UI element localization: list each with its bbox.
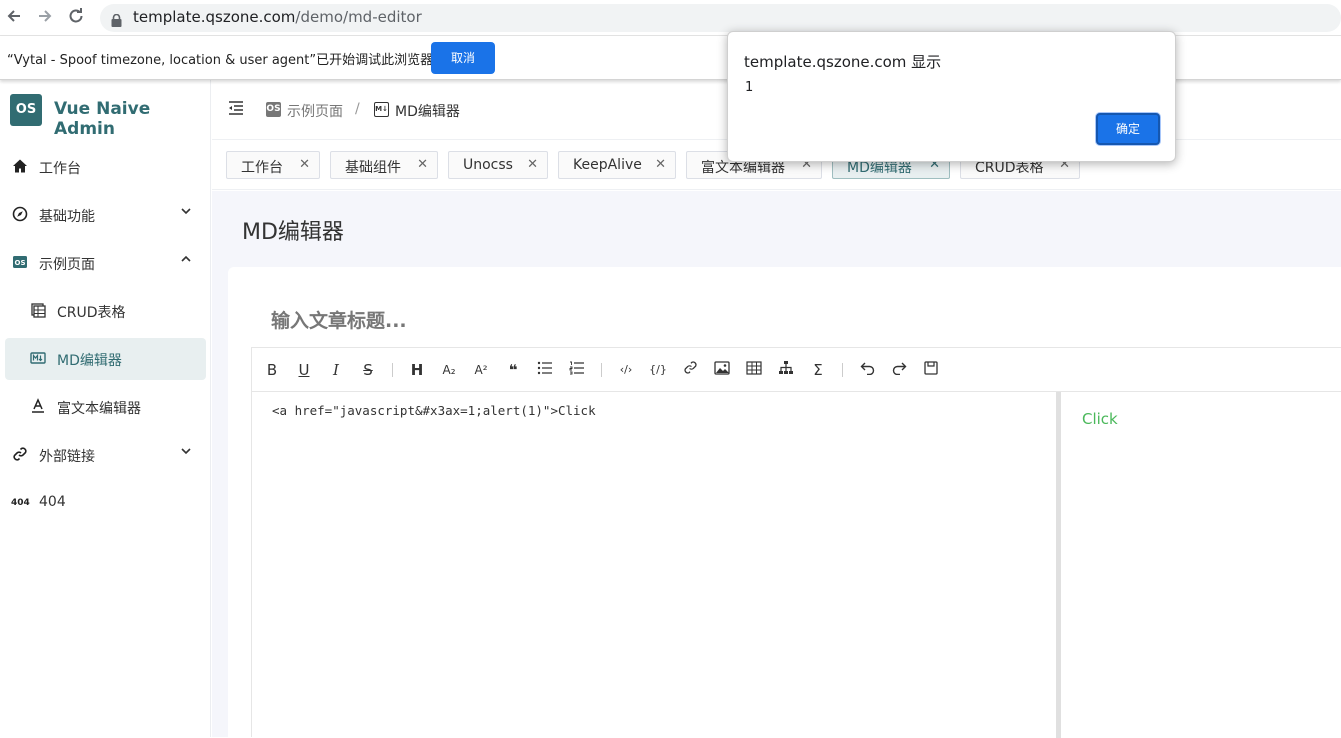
close-icon[interactable]: ✕: [655, 157, 666, 172]
sidebar-item-basic-features[interactable]: 基础功能: [0, 194, 206, 236]
superscript-icon[interactable]: A²: [471, 360, 491, 380]
debugging-message: “Vytal - Spoof timezone, location & user…: [7, 53, 434, 68]
close-icon[interactable]: ✕: [299, 157, 310, 172]
ok-button[interactable]: 确定: [1096, 113, 1160, 145]
chevron-up-icon: [180, 253, 192, 268]
tab-label: 基础组件: [345, 160, 401, 176]
unordered-list-icon[interactable]: [535, 360, 555, 380]
cancel-debugging-button[interactable]: 取消: [431, 42, 495, 74]
sidebar-item-md-editor[interactable]: MD编辑器: [5, 338, 206, 380]
chevron-down-icon: [180, 205, 192, 220]
toolbar-divider: [601, 363, 602, 377]
formula-icon[interactable]: Σ: [808, 360, 828, 380]
table-icon: [29, 302, 47, 320]
editor-toolbar: B U I S H A₂ A² ❝ ‹/› {/} Σ: [252, 348, 1341, 392]
tab-unocss[interactable]: Unocss ✕: [448, 151, 548, 179]
markdown-source-pane[interactable]: <a href="javascript&#x3ax=1;alert(1)">Cl…: [252, 392, 1056, 738]
inline-code-icon[interactable]: {/}: [648, 360, 668, 380]
subscript-icon[interactable]: A₂: [439, 360, 459, 380]
tab-label: Unocss: [463, 157, 513, 173]
sidebar-item-label: 工作台: [39, 161, 81, 177]
sidebar-item-label: CRUD表格: [57, 305, 126, 321]
diagram-icon[interactable]: [776, 360, 796, 380]
sidebar: OS Vue Naive Admin 工作台 基础功能 OS 示例页面 CRUD…: [0, 80, 211, 737]
sidebar-item-404[interactable]: 404 404: [0, 482, 206, 524]
example-pages-icon: OS: [266, 102, 281, 117]
svg-text:OS: OS: [15, 259, 26, 267]
markdown-icon: [29, 350, 47, 368]
url-text: template.qszone.com/demo/md-editor: [133, 8, 422, 26]
table-icon[interactable]: [744, 360, 764, 380]
sidebar-item-label: 富文本编辑器: [57, 401, 141, 417]
breadcrumb-example-pages[interactable]: 示例页面: [287, 101, 343, 121]
tab-label: 工作台: [241, 160, 283, 176]
heading-icon[interactable]: H: [407, 360, 427, 380]
breadcrumb-separator: /: [355, 101, 360, 117]
undo-icon[interactable]: [857, 360, 877, 380]
close-icon[interactable]: ✕: [527, 157, 538, 172]
preview-click-link[interactable]: Click: [1082, 410, 1118, 428]
404-icon: 404: [11, 498, 30, 508]
alert-message: 1: [745, 80, 754, 95]
tab-basic-components[interactable]: 基础组件 ✕: [330, 151, 438, 179]
address-bar[interactable]: template.qszone.com/demo/md-editor: [100, 4, 1341, 32]
markdown-preview-pane: Click: [1061, 392, 1341, 738]
back-arrow-icon[interactable]: [3, 7, 25, 29]
sidebar-item-label: 404: [39, 494, 66, 510]
alert-dialog: template.qszone.com 显示 1 确定: [727, 31, 1176, 162]
page-title: MD编辑器: [242, 220, 344, 245]
quote-icon[interactable]: ❝: [503, 360, 523, 380]
bold-icon[interactable]: B: [262, 360, 282, 380]
app-logo: OS: [10, 94, 42, 126]
reload-icon[interactable]: [65, 7, 87, 29]
url-path: /demo/md-editor: [295, 8, 422, 26]
sidebar-item-workbench[interactable]: 工作台: [0, 146, 206, 188]
tab-keepalive[interactable]: KeepAlive ✕: [558, 151, 676, 179]
alert-title: template.qszone.com 显示: [744, 53, 942, 71]
compass-icon: [11, 206, 29, 224]
image-icon[interactable]: [712, 360, 732, 380]
os-logo-icon: OS: [11, 254, 29, 272]
sidebar-item-crud-table[interactable]: CRUD表格: [0, 290, 206, 332]
redo-icon[interactable]: [889, 360, 909, 380]
close-icon[interactable]: ✕: [417, 157, 428, 172]
sidebar-item-label: 基础功能: [39, 209, 95, 225]
sidebar-item-label: 示例页面: [39, 257, 95, 273]
text-format-icon: [29, 398, 47, 416]
link-icon[interactable]: [680, 360, 700, 380]
strikethrough-icon[interactable]: S: [358, 360, 378, 380]
chevron-down-icon: [180, 445, 192, 460]
breadcrumb-md-editor: MD编辑器: [395, 104, 460, 120]
forward-arrow-icon[interactable]: [34, 7, 56, 29]
ordered-list-icon[interactable]: [567, 360, 587, 380]
lock-icon: [111, 12, 122, 27]
save-icon[interactable]: [921, 360, 941, 380]
sidebar-item-example-pages[interactable]: OS 示例页面: [0, 242, 206, 284]
italic-icon[interactable]: I: [326, 360, 346, 380]
tab-workbench[interactable]: 工作台 ✕: [226, 151, 320, 179]
article-title-input[interactable]: 输入文章标题...: [271, 306, 407, 333]
markdown-icon: M↓: [374, 102, 389, 117]
menu-collapse-icon[interactable]: [227, 99, 247, 119]
sidebar-item-label: 外部链接: [39, 449, 95, 465]
markdown-source-text: <a href="javascript&#x3ax=1;alert(1)">Cl…: [272, 403, 596, 418]
sidebar-item-label: MD编辑器: [57, 353, 122, 369]
toolbar-divider: [842, 363, 843, 377]
sidebar-item-external-links[interactable]: 外部链接: [0, 434, 206, 476]
markdown-editor: B U I S H A₂ A² ❝ ‹/› {/} Σ <a href="jav…: [251, 347, 1341, 738]
tab-label: KeepAlive: [573, 157, 642, 173]
underline-icon[interactable]: U: [294, 360, 314, 380]
url-host: template.qszone.com: [133, 8, 296, 26]
home-icon: [11, 158, 29, 176]
app-brand-name: Vue Naive Admin: [54, 99, 151, 139]
sidebar-item-rich-text-editor[interactable]: 富文本编辑器: [0, 386, 206, 428]
code-block-icon[interactable]: ‹/›: [616, 360, 636, 380]
toolbar-divider: [392, 363, 393, 377]
link-icon: [11, 446, 29, 464]
